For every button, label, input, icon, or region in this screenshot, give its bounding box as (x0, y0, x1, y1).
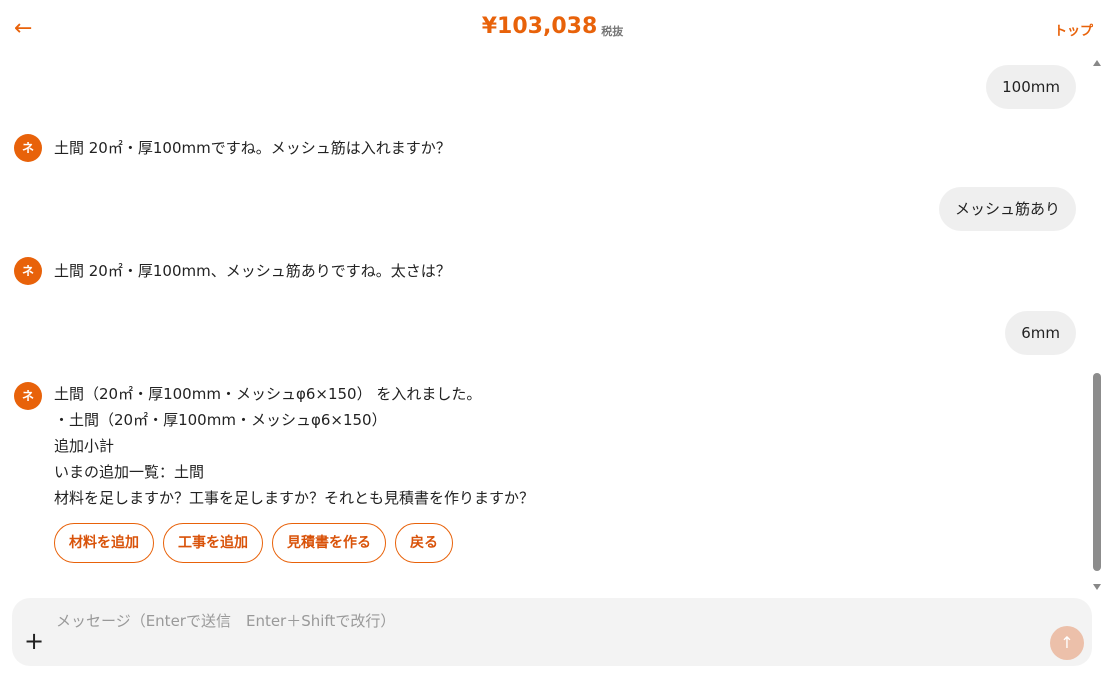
bot-message-line: 土間（20㎡・厚100mm・メッシュφ6×150） を入れました。 (54, 385, 482, 403)
bot-message-line: 土間 20㎡・厚100mm、メッシュ筋ありですね。太さは？ (54, 262, 451, 280)
bot-message-line: 土間 20㎡・厚100mmですね。メッシュ筋は入れますか？ (54, 139, 451, 157)
add-material-button[interactable]: 材料を追加 (54, 523, 154, 563)
back-button[interactable]: 戻る (395, 523, 453, 563)
top-link[interactable]: トップ (1054, 20, 1093, 39)
bot-message-line: いまの追加一覧：土間 (54, 463, 205, 481)
bot-message-line: 追加小計 (54, 437, 115, 455)
user-message: メッシュ筋あり (938, 187, 1076, 231)
tax-label: 税抜 (601, 25, 624, 38)
bot-message-line: ・土間（20㎡・厚100mm・メッシュφ6×150） (54, 411, 387, 429)
header: ← ¥103,038 税抜 トップ (0, 0, 1105, 60)
bot-avatar: ネ (14, 382, 42, 410)
make-estimate-button[interactable]: 見積書を作る (272, 523, 386, 563)
bot-message-line: 材料を足しますか？工事を足しますか？それとも見積書を作りますか？ (54, 489, 535, 507)
price-display: ¥103,038 税抜 (0, 14, 1105, 39)
total-price: ¥103,038 (481, 14, 598, 39)
scroll-thumb[interactable] (1093, 373, 1101, 571)
send-button[interactable]: ↑ (1050, 626, 1084, 660)
user-message: 6mm (1005, 311, 1076, 355)
bot-message: 土間（20㎡・厚100mm・メッシュφ6×150） を入れました。 ・土間（20… (54, 381, 534, 511)
chat-scrollbar[interactable] (1091, 60, 1103, 590)
bot-avatar: ネ (14, 257, 42, 285)
plus-icon[interactable]: + (24, 628, 44, 654)
chat-log[interactable]: 100mm ネ 土間 20㎡・厚100mmですね。メッシュ筋は入れますか？ メッ… (0, 60, 1090, 590)
message-input[interactable]: メッセージ（Enterで送信 Enter＋Shiftで改行） (56, 610, 395, 631)
bot-avatar: ネ (14, 134, 42, 162)
chat-app: ← ¥103,038 税抜 トップ 100mm ネ 土間 20㎡・厚100mmです… (0, 0, 1105, 674)
bot-message: 土間 20㎡・厚100mmですね。メッシュ筋は入れますか？ (54, 135, 451, 161)
scroll-up-arrow-icon[interactable] (1093, 60, 1101, 66)
bot-message: 土間 20㎡・厚100mm、メッシュ筋ありですね。太さは？ (54, 258, 451, 284)
message-composer: メッセージ（Enterで送信 Enter＋Shiftで改行） + ↑ (12, 598, 1092, 666)
user-message: 100mm (986, 65, 1076, 109)
quick-actions: 材料を追加 工事を追加 見積書を作る 戻る (54, 523, 453, 563)
scroll-down-arrow-icon[interactable] (1093, 584, 1101, 590)
add-work-button[interactable]: 工事を追加 (163, 523, 263, 563)
